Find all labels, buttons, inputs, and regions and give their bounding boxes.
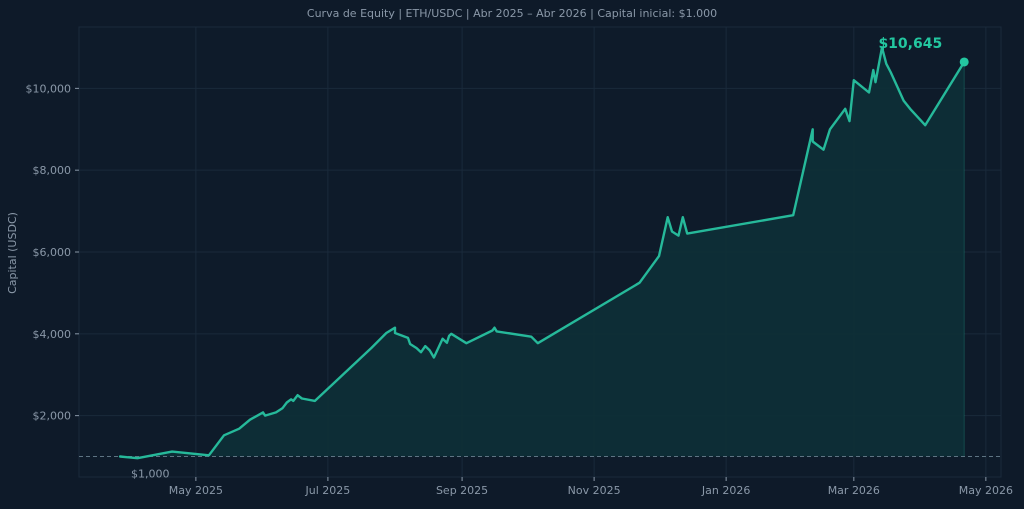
x-tick-label: Sep 2025 xyxy=(436,484,488,497)
y-tick-label: $2,000 xyxy=(33,410,72,423)
plot-area: May 2025 Jul 2025 Sep 2025 Nov 2025 Jan 2026… xyxy=(26,26,1013,497)
x-tick-label: Mar 2026 xyxy=(828,484,880,497)
equity-chart: Curva de Equity | ETH/USDC | Abr 2025 – … xyxy=(0,0,1024,505)
x-tick-label: Jan 2026 xyxy=(701,484,750,497)
y-tick-label: $8,000 xyxy=(33,164,72,177)
chart-svg: Curva de Equity | ETH/USDC | Abr 2025 – … xyxy=(6,7,1013,497)
chart-title: Curva de Equity | ETH/USDC | Abr 2025 – … xyxy=(307,7,717,20)
y-tick-label: $10,000 xyxy=(26,82,72,95)
y-tick-label: $6,000 xyxy=(33,246,72,259)
final-point xyxy=(959,57,969,67)
x-tick-label: Jul 2025 xyxy=(305,484,351,497)
y-axis-label: Capital (USDC) xyxy=(6,212,19,294)
x-tick-label: May 2025 xyxy=(169,484,223,497)
final-value-label: $10,645 xyxy=(878,36,942,52)
y-tick-label: $4,000 xyxy=(33,328,72,341)
initial-capital-label: $1,000 xyxy=(131,468,170,481)
x-tick-label: Nov 2025 xyxy=(568,484,621,497)
x-tick-label: May 2026 xyxy=(959,484,1013,497)
